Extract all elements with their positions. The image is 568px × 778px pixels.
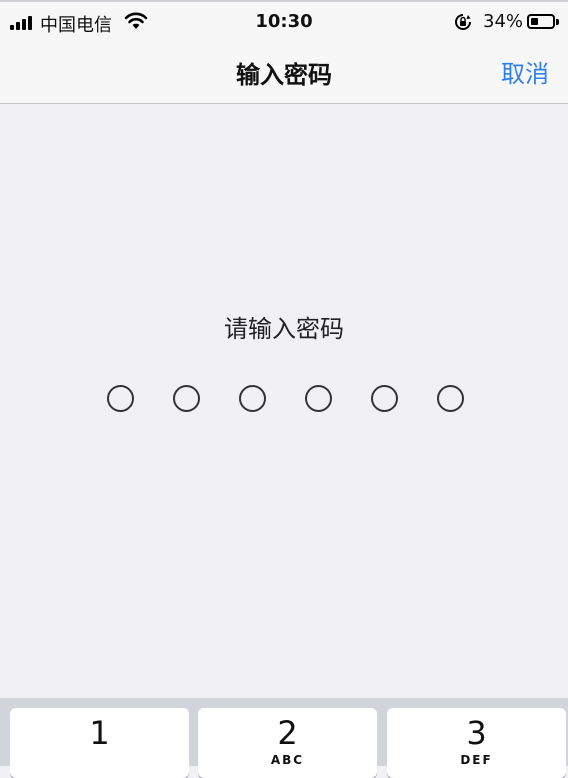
battery-percent: 34% [483,11,524,32]
passcode-dot [437,385,464,412]
passcode-dot [305,385,332,412]
passcode-dot [239,385,266,412]
passcode-prompt: 请输入密码 [224,315,344,343]
cancel-button[interactable]: 取消 [501,54,549,89]
passcode-dot [107,385,134,412]
key-2[interactable]: 2 ABC [198,708,377,778]
key-2-digit: 2 [277,714,298,752]
passcode-dot [371,385,398,412]
navigation-bar: 输入密码 取消 [0,40,568,104]
numeric-keypad: 1 2 ABC 3 DEF [0,698,568,778]
passcode-dots [107,385,471,415]
rotation-lock-icon [455,14,471,30]
key-3-digit: 3 [466,714,487,752]
key-3[interactable]: 3 DEF [387,708,566,778]
key-3-letters: DEF [460,753,493,767]
key-2-letters: ABC [270,753,305,767]
status-bar: 中国电信 10:30 34% [0,0,568,40]
key-1-digit: 1 [89,714,110,752]
battery-cap [556,19,559,25]
key-1[interactable]: 1 [10,708,189,778]
passcode-dot [173,385,200,412]
battery-icon [527,14,555,29]
page-title: 输入密码 [236,61,332,89]
